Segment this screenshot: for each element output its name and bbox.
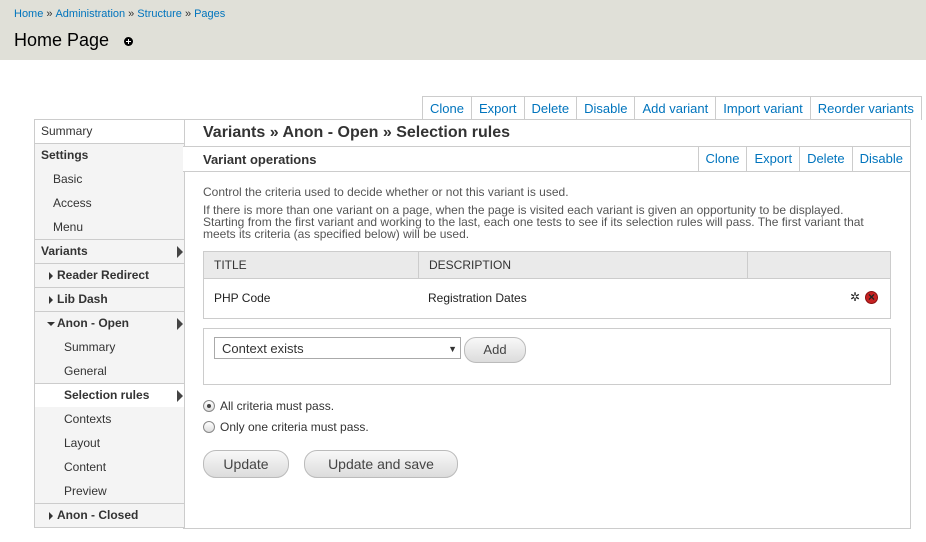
breadcrumb-pages[interactable]: Pages xyxy=(194,8,225,20)
variant-operations-label: Variant operations xyxy=(203,152,317,167)
selection-rules-panel: Variants » Anon - Open » Selection rules… xyxy=(183,119,911,529)
sidebar-item-contexts[interactable]: Contexts xyxy=(35,407,184,431)
disable-page-link[interactable]: Disable xyxy=(576,97,634,120)
criteria-title: PHP Code xyxy=(214,291,271,305)
clone-variant-link[interactable]: Clone xyxy=(697,147,747,171)
sidebar-item-anon-closed[interactable]: Anon - Closed xyxy=(35,503,184,527)
collapsed-triangle-icon xyxy=(49,296,53,304)
sidebar-item-label: Summary xyxy=(64,340,116,354)
sidebar-item-reader-redirect[interactable]: Reader Redirect xyxy=(35,263,184,287)
import-variant-link[interactable]: Import variant xyxy=(715,97,809,120)
sidebar-item-content[interactable]: Content xyxy=(35,455,184,479)
sidebar-item-basic[interactable]: Basic xyxy=(35,167,184,191)
sidebar-section-settings: Settings xyxy=(35,143,184,167)
sidebar-item-label: Anon - Open xyxy=(57,316,129,330)
sidebar-item-label: Lib Dash xyxy=(57,292,108,306)
table-header: TITLE DESCRIPTION xyxy=(204,252,890,279)
delete-variant-link[interactable]: Delete xyxy=(799,147,852,171)
breadcrumb-administration[interactable]: Administration xyxy=(55,8,125,20)
breadcrumb-structure[interactable]: Structure xyxy=(137,8,182,20)
criteria-description: Registration Dates xyxy=(428,291,527,305)
column-divider xyxy=(418,252,419,278)
sidebar-item-label: Menu xyxy=(53,220,84,234)
page-manager-sidebar: Summary Settings Basic Access Menu Varia… xyxy=(34,119,185,528)
clone-page-link[interactable]: Clone xyxy=(423,97,471,120)
dropdown-arrow-icon: ▼ xyxy=(448,344,457,354)
sidebar-item-lib-dash[interactable]: Lib Dash xyxy=(35,287,184,311)
variant-operations: Clone Export Delete Disable xyxy=(697,147,910,171)
intro-text-detail: If there is more than one variant on a p… xyxy=(203,203,864,241)
disable-variant-link[interactable]: Disable xyxy=(851,147,910,171)
sidebar-item-label: General xyxy=(64,364,107,378)
column-divider xyxy=(747,252,748,278)
one-criteria-radio[interactable] xyxy=(203,421,215,433)
page-title: Home Page xyxy=(14,30,110,50)
sidebar-item-summary[interactable]: Summary xyxy=(35,120,184,143)
panel-title: Variants » Anon - Open » Selection rules xyxy=(203,124,511,141)
breadcrumb-home[interactable]: Home xyxy=(14,8,43,20)
column-header-title: TITLE xyxy=(214,258,247,272)
criteria-type-select[interactable]: Context exists ▼ xyxy=(214,337,461,359)
export-variant-link[interactable]: Export xyxy=(746,147,799,171)
sidebar-item-access[interactable]: Access xyxy=(35,191,184,215)
add-shortcut-icon[interactable] xyxy=(124,37,133,46)
export-page-link[interactable]: Export xyxy=(470,97,524,120)
sidebar-item-label: Content xyxy=(64,460,107,474)
expanded-triangle-icon xyxy=(47,322,55,326)
sidebar-item-label: Access xyxy=(53,196,92,210)
one-criteria-label: Only one criteria must pass. xyxy=(220,420,369,434)
sidebar-item-menu[interactable]: Menu xyxy=(35,215,184,239)
reorder-variants-link[interactable]: Reorder variants xyxy=(809,97,921,120)
add-criteria-button[interactable]: Add xyxy=(464,337,526,363)
sidebar-item-anon-open[interactable]: Anon - Open xyxy=(35,311,184,335)
sidebar-item-label: Selection rules xyxy=(64,388,150,402)
sidebar-item-label: Settings xyxy=(41,148,89,162)
column-header-description: DESCRIPTION xyxy=(429,258,512,272)
variant-operations-bar: Variant operations Clone Export Delete D… xyxy=(183,146,910,172)
sidebar-section-variants[interactable]: Variants xyxy=(35,239,184,263)
page-operations: Clone Export Delete Disable Add variant … xyxy=(422,96,922,120)
criteria-type-value: Context exists xyxy=(222,341,304,356)
delete-page-link[interactable]: Delete xyxy=(523,97,577,120)
criteria-table: TITLE DESCRIPTION PHP Code Registration … xyxy=(203,251,891,319)
sidebar-item-label: Variants xyxy=(41,244,88,258)
update-button[interactable]: Update xyxy=(203,450,289,478)
sidebar-item-label: Anon - Closed xyxy=(57,508,139,522)
sidebar-item-preview[interactable]: Preview xyxy=(35,479,184,503)
add-variant-link[interactable]: Add variant xyxy=(634,97,715,120)
sidebar-item-label: Reader Redirect xyxy=(57,268,150,282)
all-criteria-label: All criteria must pass. xyxy=(220,399,335,413)
sidebar-item-selection-rules[interactable]: Selection rules xyxy=(35,383,184,407)
intro-text: Control the criteria used to decide whet… xyxy=(203,185,569,199)
sidebar-item-label: Layout xyxy=(64,436,101,450)
sidebar-item-layout[interactable]: Layout xyxy=(35,431,184,455)
collapsed-triangle-icon xyxy=(49,512,53,520)
gear-icon[interactable]: ✲ xyxy=(849,291,861,303)
selection-rules-description: Control the criteria used to decide whet… xyxy=(203,185,883,240)
sidebar-item-label: Basic xyxy=(53,172,83,186)
sidebar-item-label: Contexts xyxy=(64,412,112,426)
breadcrumb-separator: » xyxy=(128,8,135,20)
collapsed-triangle-icon xyxy=(49,272,53,280)
sidebar-item-label: Preview xyxy=(64,484,107,498)
add-criteria-box: Context exists ▼ Add xyxy=(203,328,891,385)
breadcrumb: Home» Administration» Structure» Pages xyxy=(14,8,225,20)
delete-icon[interactable]: × xyxy=(865,291,878,304)
breadcrumb-separator: » xyxy=(184,8,192,20)
sidebar-item-general[interactable]: General xyxy=(35,359,184,383)
page-header: Home» Administration» Structure» Pages Home… xyxy=(0,0,926,60)
breadcrumb-separator: » xyxy=(46,8,53,20)
sidebar-item-variant-summary[interactable]: Summary xyxy=(35,335,184,359)
all-criteria-radio[interactable] xyxy=(203,400,215,412)
update-and-save-button[interactable]: Update and save xyxy=(304,450,458,478)
sidebar-item-label: Summary xyxy=(41,124,93,138)
